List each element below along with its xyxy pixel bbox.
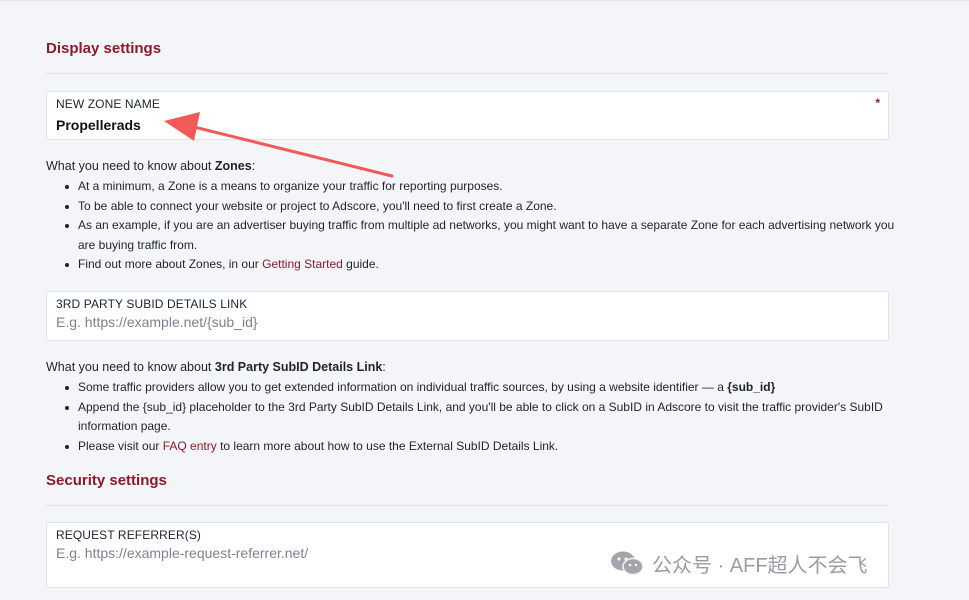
list-item: As an example, if you are an advertiser … [65,216,908,255]
subid-link-input[interactable] [56,314,856,330]
list-item-bold: {sub_id} [727,380,776,394]
zone-name-value[interactable]: Propellerads [56,117,141,133]
list-item-text: to learn more about how to use the Exter… [216,438,559,453]
list-item-text: Some traffic providers allow you to get … [78,380,728,394]
list-item: Append the {sub_id} placeholder to the 3… [65,398,908,437]
subid-link-field[interactable]: 3RD PARTY SUBID DETAILS LINK [46,291,889,341]
security-settings-divider [46,505,889,506]
subid-info-list: Some traffic providers allow you to get … [46,378,908,456]
list-item-text: Please visit our [78,438,163,453]
security-settings-title: Security settings [46,472,167,489]
request-referrer-label: REQUEST REFERRER(S) [56,528,202,542]
subid-info-suffix: : [382,360,386,374]
zones-info-prefix: What you need to know about [46,159,215,173]
watermark-text: 公众号 · AFF超人不会飞 [652,554,868,577]
list-item-text: Find out more about Zones, in our [78,257,263,271]
zones-info-suffix: : [251,159,256,173]
display-settings-divider [46,73,889,74]
subid-info-bold: 3rd Party SubID Details Link [214,360,383,374]
list-item: Find out more about Zones, in our Gettin… [65,255,908,275]
subid-info-heading: What you need to know about 3rd Party Su… [46,360,386,374]
display-settings-title: Display settings [46,40,162,57]
list-item: Please visit our FAQ entry to learn more… [65,437,908,457]
wechat-icon [611,551,644,576]
zone-name-label: NEW ZONE NAME [56,97,160,111]
subid-info-prefix: What you need to know about [46,360,215,374]
zone-name-field[interactable]: NEW ZONE NAME * Propellerads [46,91,889,140]
list-item: At a minimum, a Zone is a means to organ… [65,177,908,197]
faq-entry-link[interactable]: FAQ entry [163,439,217,453]
list-item: To be able to connect your website or pr… [65,197,908,217]
watermark: 公众号 · AFF超人不会飞 [610,548,868,578]
required-mark: * [875,96,880,110]
getting-started-link[interactable]: Getting Started [262,257,343,271]
list-item: Some traffic providers allow you to get … [65,378,908,398]
zones-info-list: At a minimum, a Zone is a means to organ… [46,177,908,275]
zones-info-bold: Zones [214,159,252,173]
top-border [0,0,969,1]
zones-info-heading: What you need to know about Zones: [46,159,255,173]
subid-link-label: 3RD PARTY SUBID DETAILS LINK [56,297,248,311]
list-item-text: guide. [342,257,379,271]
